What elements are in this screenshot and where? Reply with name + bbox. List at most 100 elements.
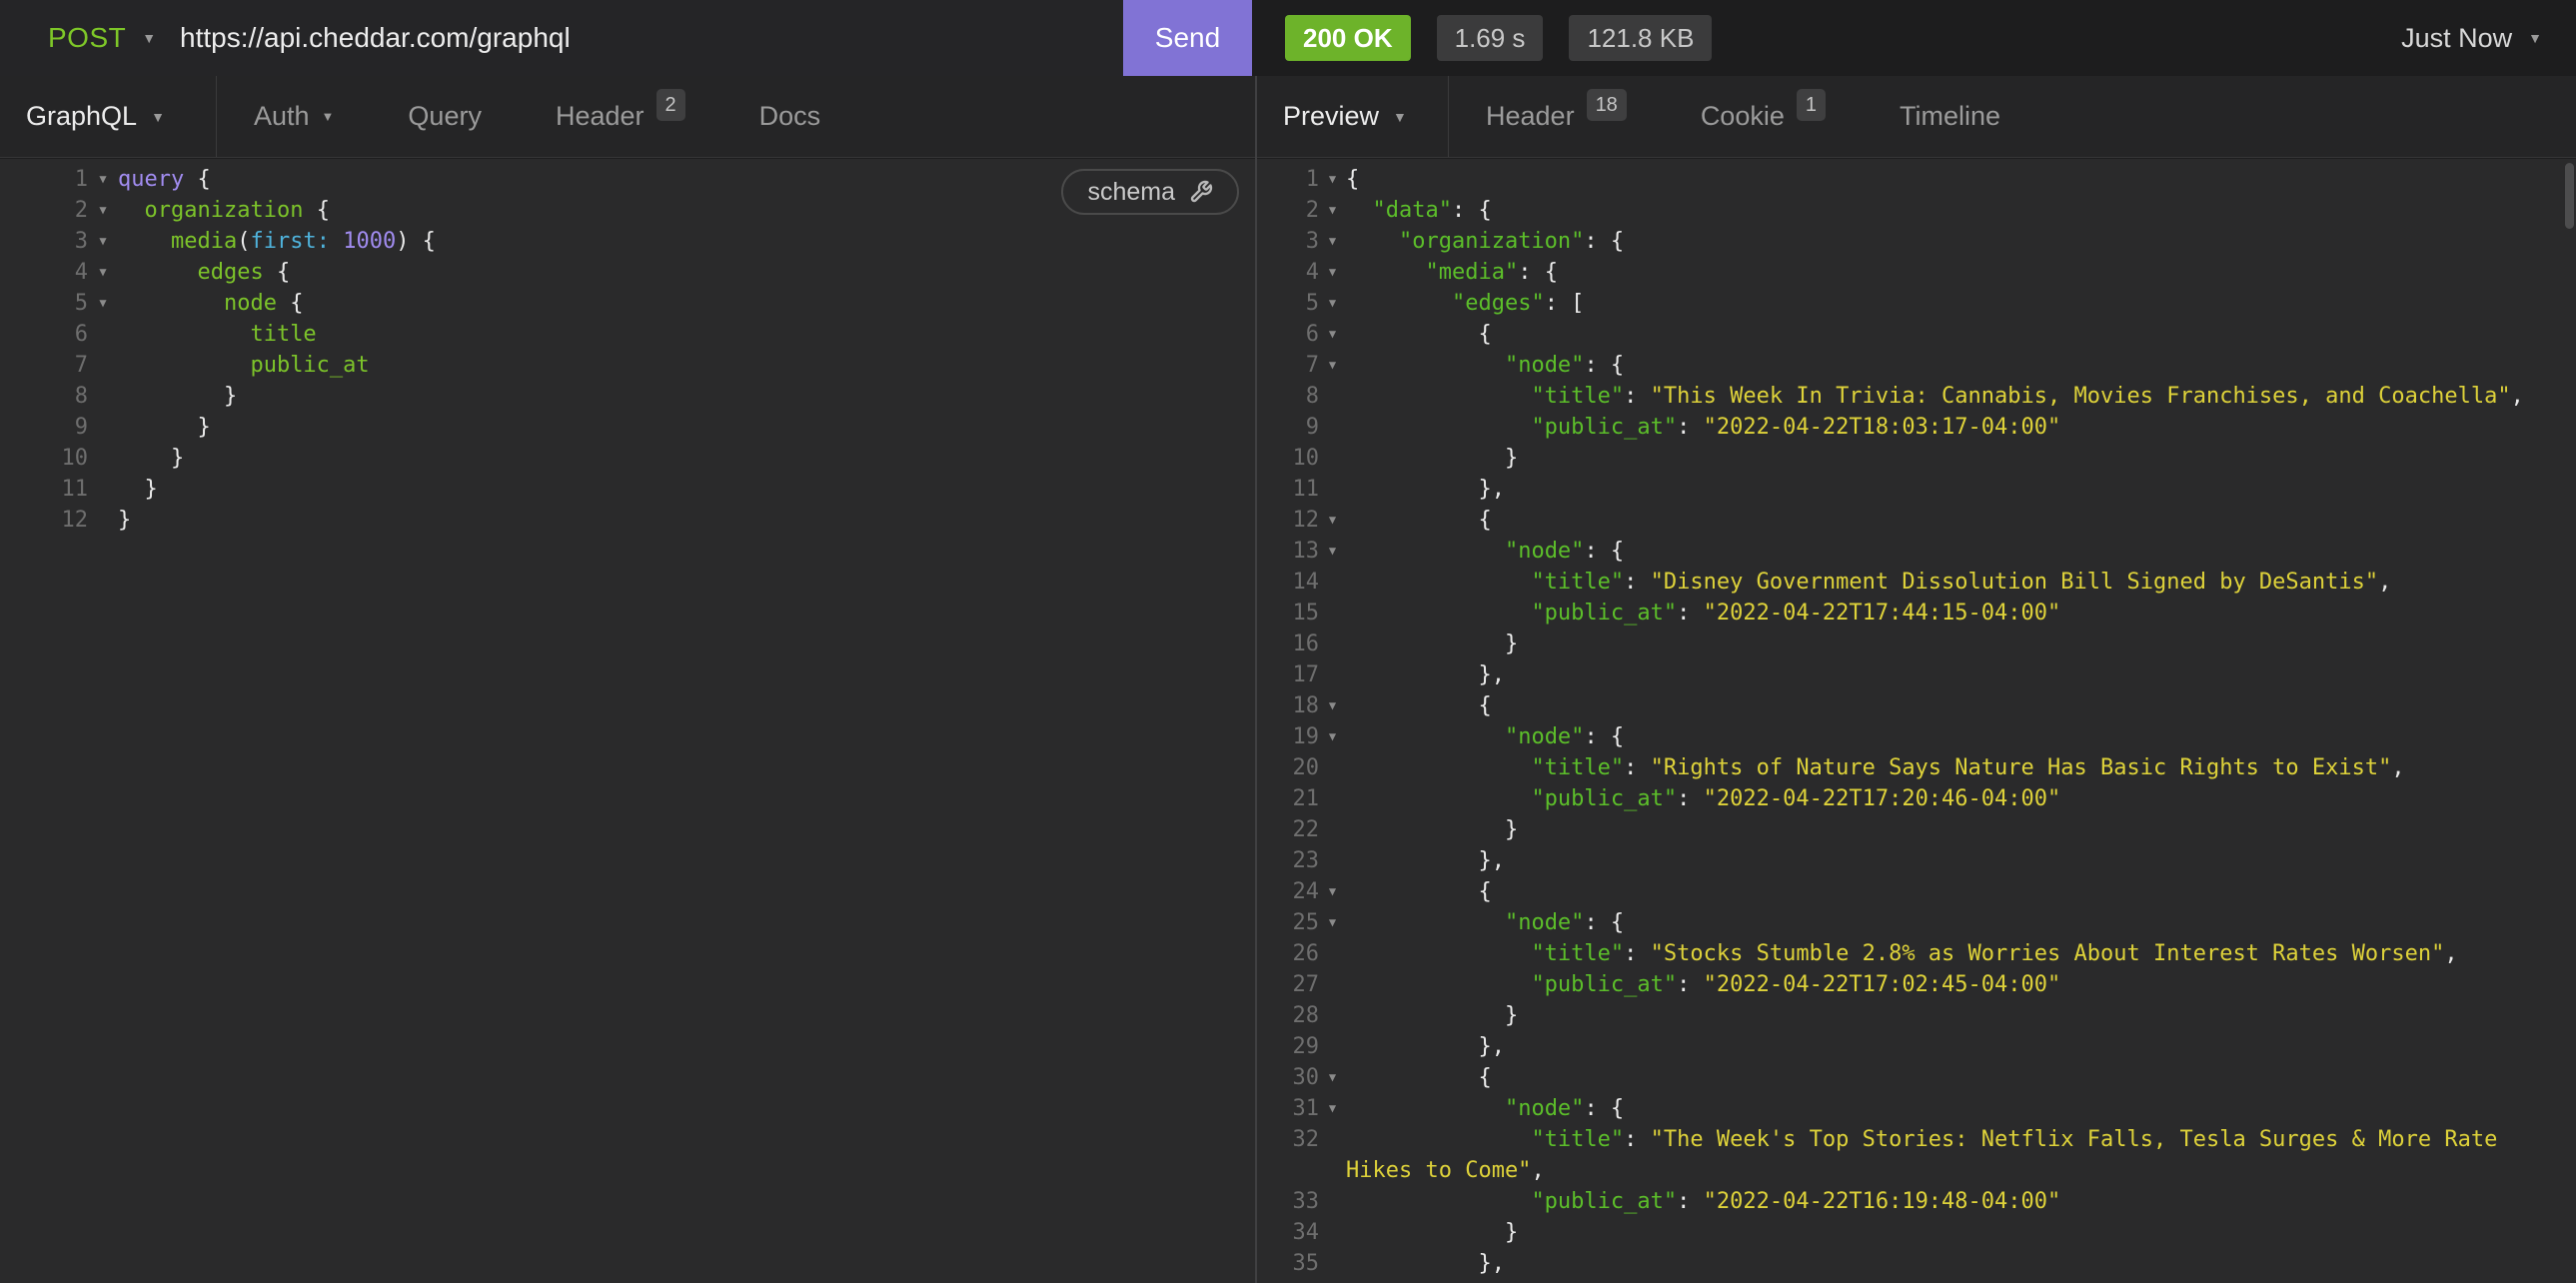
gutter: 6 bbox=[0, 319, 118, 350]
code-line: 7 public_at bbox=[0, 350, 1255, 381]
fold-toggle-icon[interactable]: ▼ bbox=[1319, 195, 1346, 226]
fold-toggle-icon[interactable]: ▼ bbox=[1319, 1093, 1346, 1124]
token-pl: { bbox=[1346, 322, 1492, 347]
gutter: 15 bbox=[1257, 598, 1346, 629]
token-pl bbox=[118, 229, 171, 254]
tab-header[interactable]: Header2 bbox=[519, 76, 722, 157]
token-key: "node" bbox=[1505, 1096, 1584, 1121]
fold-toggle-icon[interactable]: ▼ bbox=[88, 195, 118, 226]
tab-auth[interactable]: Auth▼ bbox=[217, 76, 371, 157]
line-number: 23 bbox=[1257, 845, 1319, 876]
fold-spacer bbox=[1319, 598, 1346, 629]
fold-toggle-icon[interactable]: ▼ bbox=[1319, 1062, 1346, 1093]
token-pl: : bbox=[1677, 415, 1704, 440]
fold-toggle-icon[interactable]: ▼ bbox=[88, 288, 118, 319]
line-number: 5 bbox=[1257, 288, 1319, 319]
line-number: 33 bbox=[1257, 1186, 1319, 1217]
fold-toggle-icon[interactable]: ▼ bbox=[1319, 226, 1346, 257]
fold-toggle-icon[interactable]: ▼ bbox=[1319, 876, 1346, 907]
fold-toggle-icon[interactable]: ▼ bbox=[1319, 164, 1346, 195]
code-line: 8 "title": "This Week In Trivia: Cannabi… bbox=[1257, 381, 2576, 412]
code-text[interactable]: } bbox=[118, 381, 1255, 412]
tab-query[interactable]: Query bbox=[371, 76, 519, 157]
tab-docs[interactable]: Docs bbox=[722, 76, 858, 157]
token-pl: , bbox=[2391, 755, 2404, 780]
line-number: 14 bbox=[1257, 567, 1319, 598]
tab-count-badge: 1 bbox=[1797, 89, 1826, 121]
graphql-query-editor[interactable]: 1▼query {2▼ organization {3▼ media(first… bbox=[0, 159, 1255, 1283]
fold-toggle-icon[interactable]: ▼ bbox=[1319, 721, 1346, 752]
code-line: 29 }, bbox=[1257, 1031, 2576, 1062]
fold-toggle-icon[interactable]: ▼ bbox=[88, 257, 118, 288]
body-type-label: GraphQL bbox=[26, 101, 137, 132]
schema-button[interactable]: schema bbox=[1061, 169, 1239, 215]
code-text[interactable]: } bbox=[118, 412, 1255, 443]
fold-toggle-icon[interactable]: ▼ bbox=[1319, 350, 1346, 381]
history-dropdown[interactable]: Just Now ▼ bbox=[2401, 0, 2542, 76]
fold-toggle-icon[interactable]: ▼ bbox=[1319, 288, 1346, 319]
schema-button-label: schema bbox=[1087, 178, 1175, 207]
gutter: 29 bbox=[1257, 1031, 1346, 1062]
tab-cookie[interactable]: Cookie1 bbox=[1664, 76, 1863, 157]
code-line: 17 }, bbox=[1257, 659, 2576, 690]
gutter: 9 bbox=[1257, 412, 1346, 443]
fold-spacer bbox=[1319, 1031, 1346, 1062]
tab-header[interactable]: Header18 bbox=[1449, 76, 1664, 157]
scrollbar-thumb[interactable] bbox=[2565, 163, 2574, 229]
code-text[interactable]: public_at bbox=[118, 350, 1255, 381]
code-line: 20 "title": "Rights of Nature Says Natur… bbox=[1257, 752, 2576, 783]
fold-toggle-icon[interactable]: ▼ bbox=[1319, 319, 1346, 350]
fold-toggle-icon[interactable]: ▼ bbox=[1319, 505, 1346, 536]
line-number: 2 bbox=[0, 195, 88, 226]
body-type-dropdown[interactable]: GraphQL ▼ bbox=[0, 76, 217, 157]
gutter: 1▼ bbox=[1257, 164, 1346, 195]
fold-toggle-icon[interactable]: ▼ bbox=[1319, 907, 1346, 938]
tab-label: Timeline bbox=[1900, 101, 2000, 132]
code-text[interactable]: edges { bbox=[118, 257, 1255, 288]
code-line: 33 "public_at": "2022-04-22T16:19:48-04:… bbox=[1257, 1186, 2576, 1217]
line-number: 25 bbox=[1257, 907, 1319, 938]
token-pl: } bbox=[1346, 632, 1518, 656]
code-text[interactable]: } bbox=[118, 505, 1255, 536]
code-line: 18▼ { bbox=[1257, 690, 2576, 721]
fold-toggle-icon[interactable]: ▼ bbox=[1319, 257, 1346, 288]
gutter: 6▼ bbox=[1257, 319, 1346, 350]
token-pl: , bbox=[2444, 941, 2457, 966]
fold-toggle-icon[interactable]: ▼ bbox=[1319, 690, 1346, 721]
method-dropdown[interactable]: POST ▼ bbox=[48, 0, 156, 76]
tab-timeline[interactable]: Timeline bbox=[1863, 76, 2037, 157]
fold-toggle-icon[interactable]: ▼ bbox=[1319, 1279, 1346, 1283]
gutter: 27 bbox=[1257, 969, 1346, 1000]
send-button[interactable]: Send bbox=[1123, 0, 1252, 76]
code-text[interactable]: title bbox=[118, 319, 1255, 350]
code-line: 5▼ node { bbox=[0, 288, 1255, 319]
code-text[interactable]: node { bbox=[118, 288, 1255, 319]
fold-toggle-icon[interactable]: ▼ bbox=[88, 226, 118, 257]
code-text: "public_at": "2022-04-22T17:44:15-04:00" bbox=[1346, 598, 2576, 629]
code-line: 28 } bbox=[1257, 1000, 2576, 1031]
line-number: 15 bbox=[1257, 598, 1319, 629]
line-number: 16 bbox=[1257, 629, 1319, 659]
token-str: "2022-04-22T17:20:46-04:00" bbox=[1704, 786, 2061, 811]
code-text[interactable]: } bbox=[118, 474, 1255, 505]
code-text[interactable]: media(first: 1000) { bbox=[118, 226, 1255, 257]
code-text: { bbox=[1346, 876, 2576, 907]
preview-mode-dropdown[interactable]: Preview ▼ bbox=[1257, 76, 1449, 157]
gutter: 33 bbox=[1257, 1186, 1346, 1217]
code-line: 32 "title": "The Week's Top Stories: Net… bbox=[1257, 1124, 2576, 1186]
fold-toggle-icon[interactable]: ▼ bbox=[88, 164, 118, 195]
token-pl: } bbox=[118, 446, 184, 471]
token-pl: } bbox=[118, 384, 237, 409]
response-body-viewer: 1▼{2▼ "data": {3▼ "organization": {4▼ "m… bbox=[1257, 159, 2576, 1283]
code-text: "media": { bbox=[1346, 257, 2576, 288]
url-input[interactable]: https://api.cheddar.com/graphql bbox=[180, 0, 1079, 76]
code-text[interactable]: } bbox=[118, 443, 1255, 474]
token-pl bbox=[330, 229, 343, 254]
fold-spacer bbox=[88, 412, 118, 443]
code-text: "node": { bbox=[1346, 907, 2576, 938]
code-text: }, bbox=[1346, 1031, 2576, 1062]
fold-toggle-icon[interactable]: ▼ bbox=[1319, 536, 1346, 567]
gutter: 8 bbox=[1257, 381, 1346, 412]
chevron-down-icon: ▼ bbox=[151, 110, 165, 124]
tab-count-badge: 18 bbox=[1587, 89, 1627, 121]
